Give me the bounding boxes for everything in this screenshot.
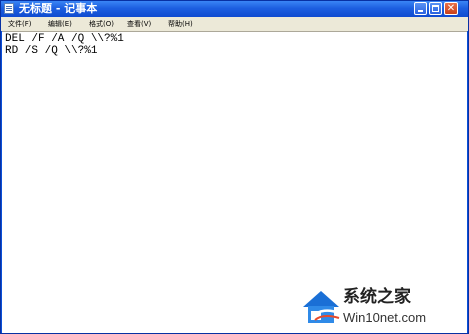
minimize-icon bbox=[418, 10, 423, 12]
editor-line: DEL /F /A /Q \\?%1 bbox=[5, 33, 124, 45]
menu-edit[interactable]: 编辑(E) bbox=[48, 17, 72, 31]
menu-view[interactable]: 查看(V) bbox=[127, 17, 151, 31]
minimize-button[interactable] bbox=[414, 2, 427, 15]
maximize-button[interactable] bbox=[429, 2, 442, 15]
menu-help[interactable]: 帮助(H) bbox=[168, 17, 193, 31]
menu-file[interactable]: 文件(F) bbox=[8, 17, 32, 31]
house-logo-icon bbox=[303, 291, 340, 323]
notepad-window: 无标题 - 记事本 ✕ 文件(F) 编辑(E) 格式(O) 查看(V) 帮助(H… bbox=[0, 0, 469, 334]
close-icon: ✕ bbox=[446, 3, 456, 14]
site-watermark: 系统之家 Win10net.com bbox=[299, 285, 467, 333]
editor-line: RD /S /Q \\?%1 bbox=[5, 45, 98, 57]
close-button[interactable]: ✕ bbox=[444, 2, 458, 15]
menu-bar: 文件(F) 编辑(E) 格式(O) 查看(V) 帮助(H) bbox=[1, 17, 468, 31]
watermark-title: 系统之家 bbox=[343, 287, 411, 307]
notepad-icon[interactable] bbox=[4, 3, 14, 14]
watermark-url: Win10net.com bbox=[343, 310, 427, 325]
title-bar[interactable]: 无标题 - 记事本 ✕ bbox=[1, 1, 468, 17]
maximize-icon bbox=[432, 5, 439, 12]
window-title: 无标题 - 记事本 bbox=[19, 2, 98, 15]
menu-format[interactable]: 格式(O) bbox=[89, 17, 114, 31]
